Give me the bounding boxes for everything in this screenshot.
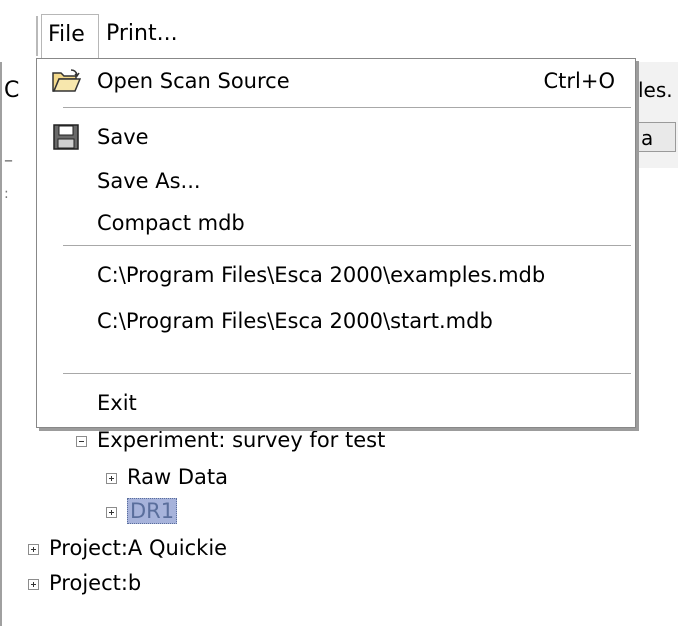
background-text-left: C (4, 78, 20, 103)
menu-item-label: Open Scan Source (97, 69, 290, 93)
expand-icon[interactable] (28, 578, 39, 590)
menu-item-label: Save As... (97, 169, 201, 193)
open-folder-icon (51, 67, 82, 95)
tree-node-label: Project:b (49, 571, 142, 595)
tree-node-project-a-quickie[interactable]: Project:A Quickie (28, 534, 227, 562)
file-menu[interactable]: File (41, 14, 99, 58)
menu-divider (63, 245, 631, 249)
background-button[interactable]: a (636, 122, 676, 152)
tree-node-label: Experiment: survey for test (97, 428, 386, 452)
menu-divider (63, 107, 631, 111)
menu-item-recent-examples[interactable]: C:\Program Files\Esca 2000\examples.mdb (37, 255, 635, 295)
menu-item-save-as[interactable]: Save As... (37, 161, 635, 201)
tree-node-label: Project:A Quickie (49, 536, 228, 560)
menu-item-shortcut: Ctrl+O (543, 69, 616, 93)
tree-node-project-b[interactable]: Project:b (28, 569, 141, 597)
expand-icon[interactable] (106, 506, 117, 518)
menu-item-recent-start[interactable]: C:\Program Files\Esca 2000\start.mdb (37, 301, 635, 341)
background-divider: – (4, 150, 13, 171)
print-menu-label: Print... (106, 21, 178, 46)
background-text-right: les. (638, 78, 673, 102)
menu-item-label: Compact mdb (97, 211, 245, 235)
menu-item-exit[interactable]: Exit (37, 383, 635, 423)
menu-divider (63, 373, 631, 377)
menu-item-label: Exit (97, 391, 137, 415)
menu-item-compact-mdb[interactable]: Compact mdb (37, 203, 635, 243)
menu-item-label: C:\Program Files\Esca 2000\start.mdb (97, 309, 493, 333)
floppy-disk-icon (51, 123, 81, 151)
print-menu[interactable]: Print... (106, 14, 178, 54)
menu-item-open-scan-source[interactable]: Open Scan Source Ctrl+O (37, 61, 635, 101)
menubar-grip (36, 16, 38, 56)
collapse-icon[interactable] (76, 435, 87, 447)
menu-item-label: Save (97, 125, 149, 149)
tree-node-experiment[interactable]: Experiment: survey for test (76, 426, 385, 454)
tree-node-raw-data[interactable]: Raw Data (106, 463, 228, 491)
tree-node-dr1[interactable]: DR1 (106, 497, 178, 525)
tree-node-label: Raw Data (127, 465, 228, 489)
file-menu-label: File (48, 22, 85, 47)
menu-item-label: C:\Program Files\Esca 2000\examples.mdb (97, 263, 546, 287)
file-dropdown-menu: Open Scan Source Ctrl+O Save Save As... … (36, 58, 636, 428)
tree-node-label-selected: DR1 (127, 498, 178, 524)
expand-icon[interactable] (106, 472, 117, 484)
menu-bar: File Print... (0, 0, 678, 62)
expand-icon[interactable] (28, 543, 39, 555)
background-tree-glyph: : (4, 186, 9, 202)
menu-item-save[interactable]: Save (37, 117, 635, 157)
